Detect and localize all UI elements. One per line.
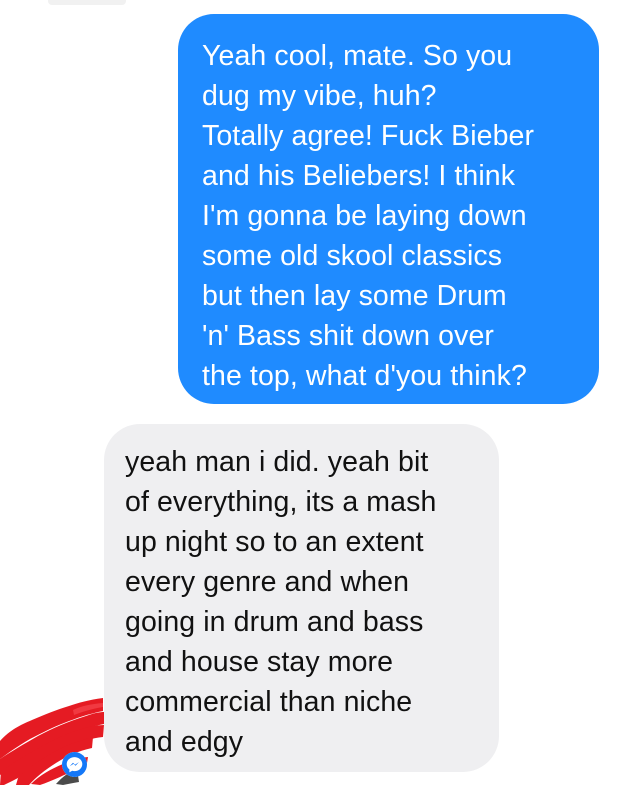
received-message-line-6: and house stay more <box>125 646 394 678</box>
previous-message-fragment <box>48 0 126 5</box>
sent-message-line-7: but then lay some Drum <box>202 280 507 312</box>
received-message-line-2: of everything, its a mash <box>125 486 437 518</box>
sent-message-line-3: Totally agree! Fuck Bieber <box>202 120 535 152</box>
received-message-line-8: and edgy <box>125 726 244 758</box>
sent-message-line-5: I'm gonna be laying down <box>202 200 527 232</box>
sent-message-line-9: the top, what d'you think? <box>202 360 527 392</box>
messenger-icon <box>62 752 87 777</box>
received-message-line-4: every genre and when <box>125 566 410 598</box>
received-message-line-3: up night so to an extent <box>125 526 424 558</box>
sender-avatar[interactable] <box>0 698 104 785</box>
received-message-line-7: commercial than niche <box>125 686 413 718</box>
sent-message-line-2: dug my vibe, huh? <box>202 80 437 112</box>
sent-message-line-6: some old skool classics <box>202 240 503 272</box>
received-message-bubble[interactable]: yeah man i did. yeah bit of everything, … <box>104 424 499 772</box>
sent-message-line-1: Yeah cool, mate. So you <box>202 40 513 72</box>
received-message-line-5: going in drum and bass <box>125 606 424 638</box>
received-message-line-1: yeah man i did. yeah bit <box>125 446 429 478</box>
sent-message-line-8: 'n' Bass shit down over <box>202 320 494 352</box>
message-thread: Yeah cool, mate. So you dug my vibe, huh… <box>0 0 639 785</box>
redacted-avatar-icon <box>0 698 104 785</box>
messenger-badge <box>62 752 87 777</box>
sent-message-bubble[interactable]: Yeah cool, mate. So you dug my vibe, huh… <box>178 14 599 404</box>
sent-message-line-4: and his Beliebers! I think <box>202 160 516 192</box>
